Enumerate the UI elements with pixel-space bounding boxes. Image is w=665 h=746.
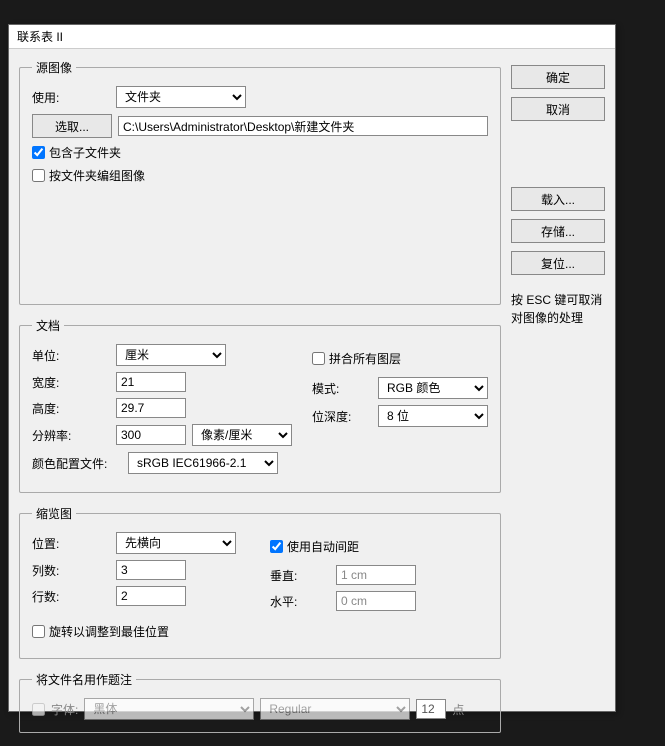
- contact-sheet-dialog: 联系表 II 源图像 使用: 文件夹 选取... 包含子文件夹: [8, 24, 616, 712]
- include-subfolders-label: 包含子文件夹: [49, 144, 121, 161]
- depth-label: 位深度:: [312, 408, 372, 425]
- group-by-folder-label: 按文件夹编组图像: [49, 167, 145, 184]
- width-input[interactable]: [116, 372, 186, 392]
- resolution-unit-select[interactable]: 像素/厘米: [192, 424, 292, 446]
- width-label: 宽度:: [32, 374, 110, 391]
- path-display: [118, 116, 488, 136]
- font-size-unit: 点: [452, 701, 464, 718]
- titlebar: 联系表 II: [9, 25, 615, 49]
- depth-select[interactable]: 8 位: [378, 405, 488, 427]
- caption-legend: 将文件名用作题注: [32, 671, 136, 688]
- resolution-input[interactable]: [116, 425, 186, 445]
- profile-label: 颜色配置文件:: [32, 455, 122, 472]
- reset-button[interactable]: 复位...: [511, 251, 605, 275]
- ok-button[interactable]: 确定: [511, 65, 605, 89]
- load-button[interactable]: 载入...: [511, 187, 605, 211]
- vertical-label: 垂直:: [270, 567, 330, 584]
- font-select: 黑体: [84, 698, 254, 720]
- document-legend: 文档: [32, 317, 64, 334]
- cancel-button[interactable]: 取消: [511, 97, 605, 121]
- height-input[interactable]: [116, 398, 186, 418]
- unit-label: 单位:: [32, 347, 110, 364]
- position-label: 位置:: [32, 535, 110, 552]
- rows-input[interactable]: [116, 586, 186, 606]
- unit-select[interactable]: 厘米: [116, 344, 226, 366]
- dialog-title: 联系表 II: [17, 28, 63, 45]
- save-button[interactable]: 存储...: [511, 219, 605, 243]
- rows-label: 行数:: [32, 588, 110, 605]
- rotate-checkbox[interactable]: [32, 625, 45, 638]
- font-label: 字体:: [51, 701, 78, 718]
- font-style-select: Regular: [260, 698, 410, 720]
- use-select[interactable]: 文件夹: [116, 86, 246, 108]
- position-select[interactable]: 先横向: [116, 532, 236, 554]
- mode-label: 模式:: [312, 380, 372, 397]
- esc-hint: 按 ESC 键可取消对图像的处理: [511, 291, 605, 327]
- height-label: 高度:: [32, 400, 110, 417]
- thumbnail-group: 缩览图 位置: 先横向 列数: 行数:: [19, 505, 501, 659]
- vertical-input: [336, 565, 416, 585]
- document-group: 文档 单位: 厘米 宽度: 高度:: [19, 317, 501, 493]
- mode-select[interactable]: RGB 颜色: [378, 377, 488, 399]
- auto-spacing-label: 使用自动间距: [287, 538, 359, 555]
- thumbnail-legend: 缩览图: [32, 505, 76, 522]
- auto-spacing-checkbox[interactable]: [270, 540, 283, 553]
- horizontal-label: 水平:: [270, 593, 330, 610]
- caption-font-checkbox: [32, 703, 45, 716]
- source-legend: 源图像: [32, 59, 76, 76]
- use-label: 使用:: [32, 89, 110, 106]
- columns-input[interactable]: [116, 560, 186, 580]
- caption-group: 将文件名用作题注 字体: 黑体 Regular 点: [19, 671, 501, 733]
- profile-select[interactable]: sRGB IEC61966-2.1: [128, 452, 278, 474]
- font-size-input: [416, 699, 446, 719]
- flatten-label: 拼合所有图层: [329, 350, 401, 367]
- include-subfolders-checkbox[interactable]: [32, 146, 45, 159]
- rotate-label: 旋转以调整到最佳位置: [49, 623, 169, 640]
- horizontal-input: [336, 591, 416, 611]
- resolution-label: 分辨率:: [32, 427, 110, 444]
- flatten-checkbox[interactable]: [312, 352, 325, 365]
- columns-label: 列数:: [32, 562, 110, 579]
- group-by-folder-checkbox[interactable]: [32, 169, 45, 182]
- choose-button[interactable]: 选取...: [32, 114, 112, 138]
- source-group: 源图像 使用: 文件夹 选取... 包含子文件夹 按文件夹编: [19, 59, 501, 305]
